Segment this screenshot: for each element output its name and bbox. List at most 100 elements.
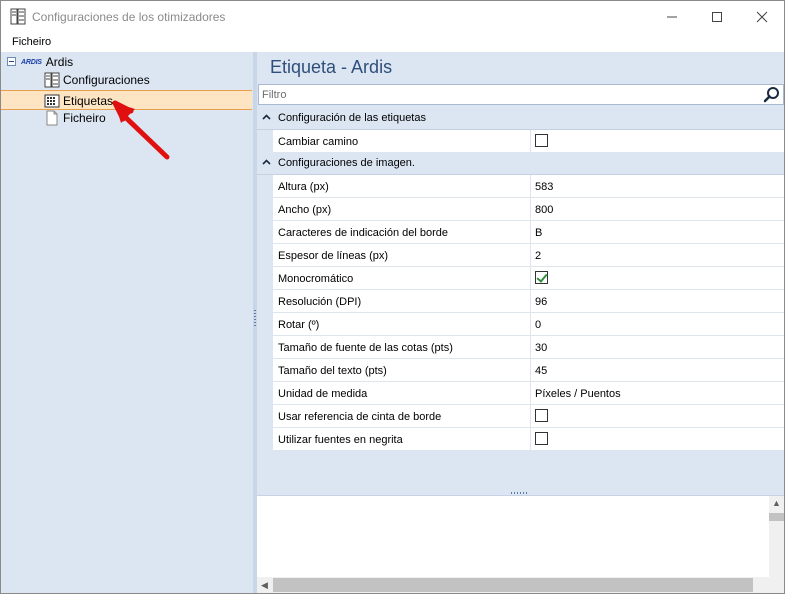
close-button[interactable] [739,1,784,32]
property-name: Caracteres de indicación del borde [278,227,448,239]
row-gutter [257,198,273,220]
column-divider [530,405,531,427]
filter-placeholder: Filtro [262,89,287,101]
property-value[interactable]: 45 [535,365,547,377]
property-row: Tamaño del texto (pts) 45 [257,359,784,382]
splitter-grip-icon[interactable] [254,310,256,328]
property-row: Unidad de medida Píxeles / Puentos [257,382,784,405]
row-gutter [257,405,273,427]
search-icon[interactable] [763,86,781,104]
filter-input[interactable]: Filtro [258,84,784,105]
app-window: Configuraciones de los otimizadores Fich… [0,0,785,594]
collapse-toggle-icon[interactable] [7,57,16,66]
tree-item-configuraciones[interactable]: Configuraciones [44,71,150,89]
file-icon [46,110,58,126]
category-label: Configuraciones de imagen. [278,157,415,169]
row-gutter [257,267,273,289]
annotation-arrow-icon [112,100,170,160]
property-name: Cambiar camino [278,136,359,148]
maximize-button[interactable] [694,1,739,32]
row-gutter [257,359,273,381]
minimize-icon [666,16,677,17]
property-value[interactable]: 800 [535,204,553,216]
fuentes-negrita-checkbox[interactable] [535,432,548,445]
property-value[interactable]: 30 [535,342,547,354]
row-gutter [257,382,273,404]
row-gutter [257,130,273,152]
property-row: Espesor de líneas (px) 2 [257,244,784,267]
app-icon [10,8,26,25]
usar-referencia-checkbox[interactable] [535,409,548,422]
row-gutter [257,290,273,312]
monocromatico-checkbox[interactable] [535,271,548,284]
row-gutter [257,221,273,243]
column-divider [530,175,531,197]
property-name: Monocromático [278,273,354,285]
category-header[interactable]: Configuración de las etiquetas [257,108,784,130]
cambiar-camino-checkbox[interactable] [535,134,548,147]
property-name: Unidad de medida [278,388,368,400]
column-divider [530,336,531,358]
property-name: Resolución (DPI) [278,296,362,308]
property-name: Rotar (º) [278,319,320,331]
title-bar: Configuraciones de los otimizadores [1,1,784,32]
property-value[interactable]: Píxeles / Puentos [535,388,621,400]
property-value[interactable]: 96 [535,296,547,308]
property-row: Rotar (º) 0 [257,313,784,336]
property-row: Utilizar fuentes en negrita [257,428,784,451]
tree-root-ardis[interactable]: ARDIS Ardis [21,53,73,71]
close-icon [756,11,767,22]
tree-item-ficheiro[interactable]: Ficheiro [44,109,106,127]
property-row: Tamaño de fuente de las cotas (pts) 30 [257,336,784,359]
scroll-corner [769,577,784,593]
column-divider [530,244,531,266]
property-name: Ancho (px) [278,204,332,216]
tree-item-label: Etiquetas [63,93,114,108]
row-gutter [257,336,273,358]
tree-item-label: Configuraciones [63,73,150,87]
row-gutter [257,428,273,450]
column-divider [530,382,531,404]
property-name: Espesor de líneas (px) [278,250,389,262]
menu-bar: Ficheiro [1,32,784,52]
vertical-scrollbar[interactable] [769,496,784,577]
property-name: Usar referencia de cinta de borde [278,411,442,423]
column-divider [530,267,531,289]
property-value[interactable]: 2 [535,250,541,262]
chevron-up-icon[interactable] [262,113,271,122]
property-name: Tamaño del texto (pts) [278,365,387,377]
property-row: Cambiar camino [257,130,784,153]
tree-root-label: Ardis [45,55,74,69]
property-value[interactable]: B [535,227,542,239]
tree-item-label: Ficheiro [63,111,106,125]
property-row: Ancho (px) 800 [257,198,784,221]
scroll-up-icon[interactable]: ▲ [772,498,781,508]
chevron-up-icon[interactable] [262,158,271,167]
property-name: Altura (px) [278,181,329,193]
category-header[interactable]: Configuraciones de imagen. [257,153,784,175]
row-gutter [257,244,273,266]
column-divider [530,221,531,243]
description-grip-icon[interactable] [511,492,528,494]
row-gutter [257,175,273,197]
column-divider [530,198,531,220]
column-divider [530,359,531,381]
column-divider [530,130,531,152]
property-value[interactable]: 0 [535,319,541,331]
maximize-icon [711,11,722,22]
horizontal-scroll-thumb[interactable] [273,578,753,592]
scroll-left-icon[interactable]: ◀ [261,580,268,591]
row-gutter [257,313,273,335]
property-row: Caracteres de indicación del borde B [257,221,784,244]
property-grid: Configuración de las etiquetas Cambiar c… [257,108,784,451]
config-icon [44,72,60,88]
column-divider [530,428,531,450]
property-name: Tamaño de fuente de las cotas (pts) [278,342,453,354]
label-icon [44,94,60,107]
window-title: Configuraciones de los otimizadores [32,10,226,24]
minimize-button[interactable] [649,1,694,32]
panel-title: Etiqueta - Ardis [270,57,393,77]
vertical-scroll-thumb[interactable] [769,513,784,521]
property-value[interactable]: 583 [535,181,553,193]
menu-ficheiro[interactable]: Ficheiro [12,36,51,48]
